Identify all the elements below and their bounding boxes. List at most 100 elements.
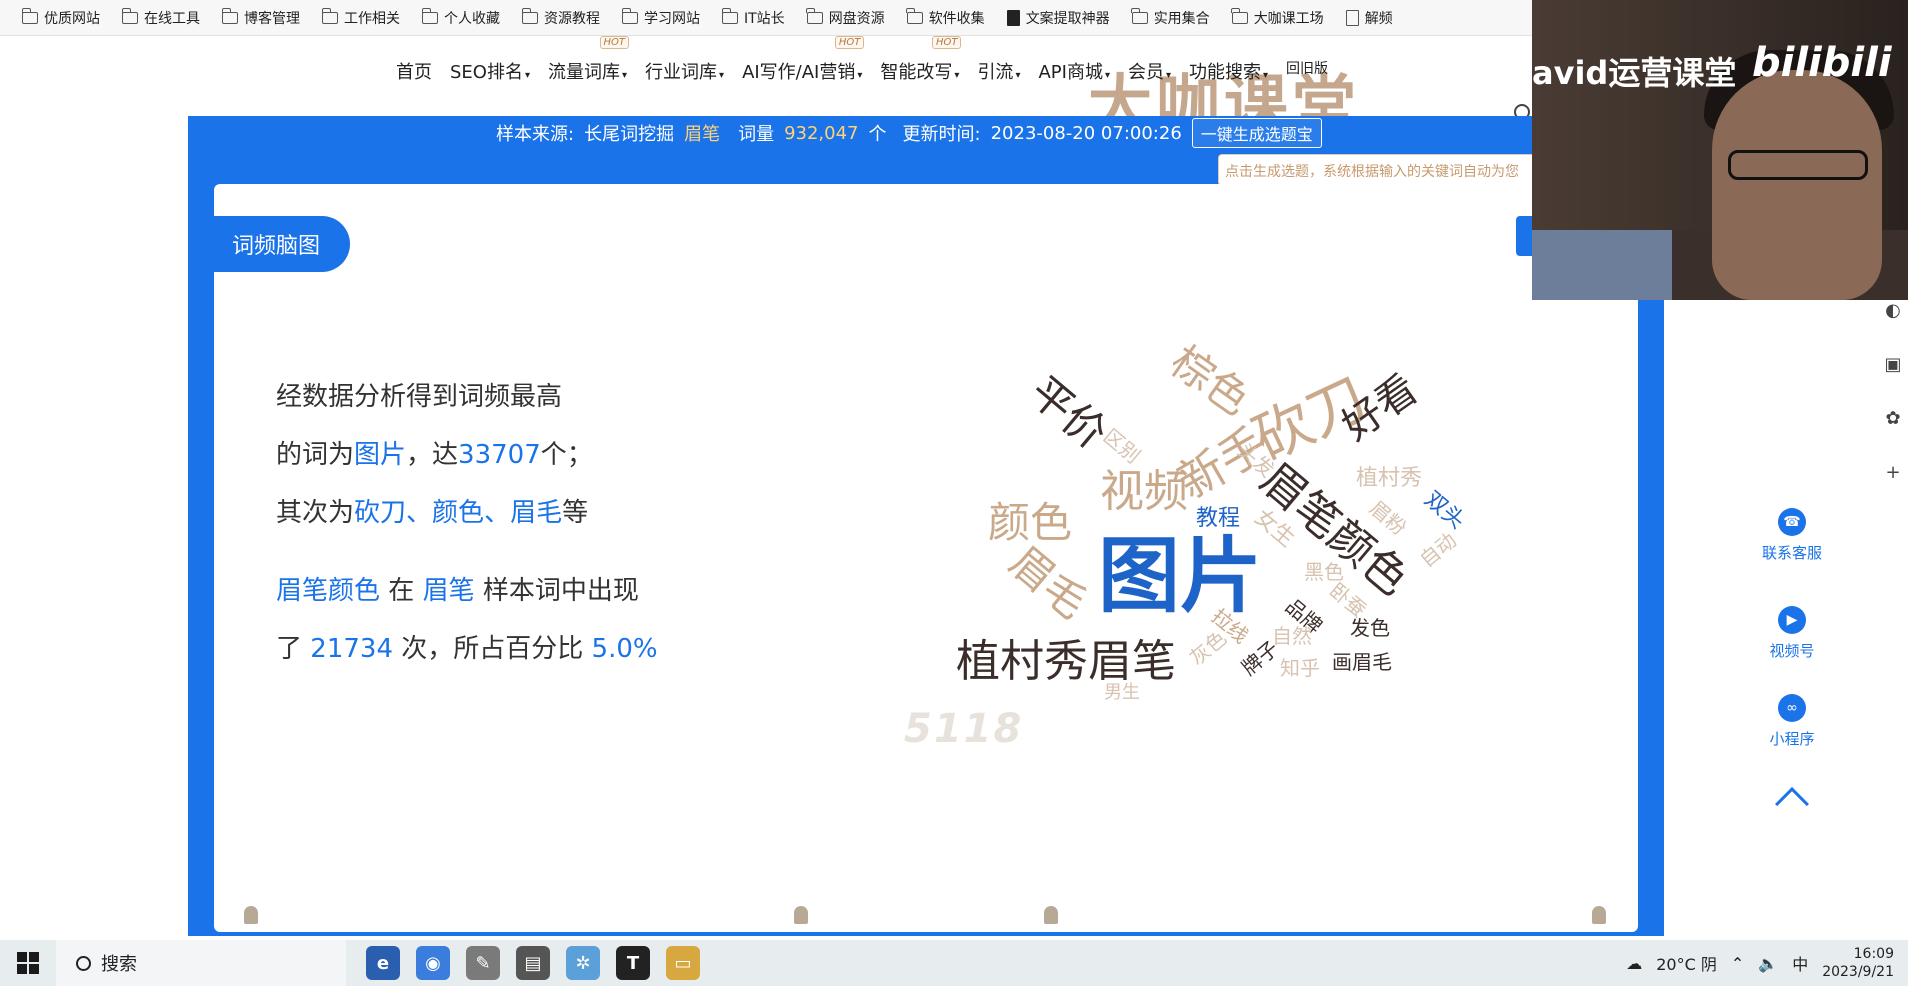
folder-icon xyxy=(906,7,923,24)
document-icon xyxy=(1345,9,1359,26)
taskbar-search[interactable]: 搜索 xyxy=(56,940,346,986)
cloud-word[interactable]: 自然 xyxy=(1272,626,1312,646)
bookmark-item[interactable]: 优质网站 xyxy=(14,7,108,28)
chevron-down-icon: ▾ xyxy=(1104,70,1110,81)
bookmark-item[interactable]: 个人收藏 xyxy=(414,7,508,28)
games-icon[interactable]: ✿ xyxy=(1878,408,1908,462)
bookmark-item[interactable]: 工作相关 xyxy=(314,7,408,28)
folder-icon xyxy=(221,7,238,24)
chevron-down-icon: ▾ xyxy=(954,70,960,81)
cloud-word[interactable]: 画眉毛 xyxy=(1332,652,1392,672)
folder-icon xyxy=(421,7,438,24)
nav-item-seo-rank[interactable]: SEO排名 ▾ xyxy=(450,58,530,84)
analysis-line: 其次为砍刀、颜色、眉毛等 xyxy=(276,498,589,528)
webcam-overlay: avid运营课堂 bilibili xyxy=(1532,0,1908,300)
hot-badge: HOT xyxy=(931,36,962,49)
nav-item-api-store[interactable]: API商城 ▾ xyxy=(1038,58,1110,84)
cloud-word[interactable]: 男生 xyxy=(1104,684,1140,702)
nav-item-traffic-lead[interactable]: 引流 ▾ xyxy=(977,58,1020,84)
bookmark-item[interactable]: 网盘资源 xyxy=(799,7,893,28)
nav-item-old-version[interactable]: 回旧版 xyxy=(1286,58,1328,84)
cloud-word[interactable]: 区别 xyxy=(1099,424,1145,468)
bookmark-item[interactable]: 博客管理 xyxy=(214,7,308,28)
nav-item-ai-writing[interactable]: HOT AI写作/AI营销 ▾ xyxy=(742,36,865,84)
typora-icon[interactable]: T xyxy=(616,946,650,980)
bookmark-item[interactable]: 实用集合 xyxy=(1124,7,1218,28)
bookmark-item[interactable]: 大咖课工场 xyxy=(1224,7,1332,28)
nav-menu: 首页 SEO排名 ▾ HOT 流量词库 ▾ 行业词库 ▾ HOT AI写作/AI营销 ▾ H… xyxy=(396,36,1328,84)
folder-icon xyxy=(121,7,138,24)
volume-icon[interactable]: 🔈 xyxy=(1758,954,1778,973)
chevron-down-icon: ▾ xyxy=(524,70,530,81)
bookmark-item[interactable]: 文案提取神器 xyxy=(999,8,1118,28)
cloud-word[interactable]: 视频 xyxy=(1100,470,1188,514)
video-icon: ▶ xyxy=(1778,606,1806,634)
bookmark-item[interactable]: 资源教程 xyxy=(514,7,608,28)
cloud-word[interactable]: 图片 xyxy=(1098,536,1262,618)
cloud-word[interactable]: 植村秀眉笔 xyxy=(956,640,1176,684)
analysis-line: 了 21734 次，所占百分比 5.0% xyxy=(276,634,658,664)
mini-program-button[interactable]: ∞ 小程序 xyxy=(1746,694,1838,749)
folder-icon xyxy=(521,7,538,24)
generate-topics-button[interactable]: 一键生成选题宝 xyxy=(1191,118,1322,148)
nav-item-industry-lexicon[interactable]: 行业词库 ▾ xyxy=(645,58,724,84)
cloud-word[interactable]: 自动 xyxy=(1415,528,1461,572)
outlook-icon[interactable]: ▣ xyxy=(1878,354,1908,408)
cloud-word[interactable]: 植村秀 xyxy=(1356,468,1422,490)
chevron-down-icon: ▾ xyxy=(1015,70,1021,81)
bookmark-item[interactable]: 在线工具 xyxy=(114,7,208,28)
analysis-line: 眉笔颜色 在 眉笔 样本词中出现 xyxy=(276,576,639,606)
weather[interactable]: 20°C 阴 xyxy=(1656,951,1717,975)
headset-icon: ☎ xyxy=(1778,508,1806,536)
channel-name: avid运营课堂 xyxy=(1532,54,1737,92)
generate-tooltip: 点击生成选题，系统根据输入的关键词自动为您 xyxy=(1218,154,1538,186)
tray-arrow-icon[interactable]: ⌃ xyxy=(1731,954,1744,973)
nav-item-smart-rewrite[interactable]: HOT 智能改写 ▾ xyxy=(880,36,962,84)
cloud-word[interactable]: 双头 xyxy=(1419,487,1469,534)
cloud-word[interactable]: 发色 xyxy=(1350,618,1390,638)
folder-icon xyxy=(806,7,823,24)
cloud-icon: ☁ xyxy=(1626,953,1643,973)
notepad-icon[interactable]: ✎ xyxy=(466,946,500,980)
taskbar: 搜索 e ◉ ✎ ▤ ✲ T ▭ ☁ 20°C 阴 ⌃ 🔈 中 16:09 20… xyxy=(0,940,1908,986)
script-icon[interactable]: ▤ xyxy=(516,946,550,980)
analysis-line: 的词为图片，达33707个； xyxy=(276,440,593,470)
nav-item-feature-search[interactable]: 功能搜索 ▾ xyxy=(1189,58,1268,84)
copilot-icon[interactable]: ◐ xyxy=(1878,300,1908,354)
hot-badge: HOT xyxy=(834,36,865,49)
settings-icon[interactable]: ✲ xyxy=(566,946,600,980)
edge-icon[interactable]: e xyxy=(366,946,400,980)
pin-icon xyxy=(794,906,808,924)
contact-service-button[interactable]: ☎ 联系客服 xyxy=(1746,508,1838,563)
video-account-button[interactable]: ▶ 视频号 xyxy=(1746,606,1838,661)
start-button[interactable] xyxy=(0,940,56,986)
analysis-line: 经数据分析得到词频最高 xyxy=(276,382,563,412)
wordfreq-mindmap-tag: 词频脑图 xyxy=(214,216,350,272)
browser-side-toolbar: ◐ ▣ ✿ + xyxy=(1878,300,1908,516)
folder-icon xyxy=(721,7,738,24)
chrome-icon[interactable]: ◉ xyxy=(416,946,450,980)
pin-icon xyxy=(244,906,258,924)
windows-icon xyxy=(17,952,39,974)
glasses xyxy=(1728,150,1868,180)
logo-5118: 5118 xyxy=(904,706,1024,752)
bookmark-item[interactable]: 软件收集 xyxy=(899,7,993,28)
cloud-word[interactable]: 知乎 xyxy=(1280,658,1320,678)
bookmark-item[interactable]: IT站长 xyxy=(714,7,793,28)
add-icon[interactable]: + xyxy=(1878,462,1908,516)
bookmark-item[interactable]: 解频 xyxy=(1338,8,1401,28)
mini-program-icon: ∞ xyxy=(1778,694,1806,722)
nav-item-traffic-lexicon[interactable]: HOT 流量词库 ▾ xyxy=(548,36,630,84)
update-time: 2023-08-20 07:00:26 xyxy=(990,122,1182,144)
file-explorer-icon[interactable]: ▭ xyxy=(666,946,700,980)
nav-item-membership[interactable]: 会员 ▾ xyxy=(1128,58,1171,84)
chevron-down-icon: ▾ xyxy=(857,70,863,81)
bookmark-item[interactable]: 学习网站 xyxy=(614,7,708,28)
ime-indicator[interactable]: 中 xyxy=(1792,951,1808,975)
cloud-word[interactable]: 眉毛 xyxy=(1000,537,1096,629)
cloud-word[interactable]: 教程 xyxy=(1196,508,1240,530)
app-icon xyxy=(1006,9,1020,26)
cloud-word[interactable]: 棕色 xyxy=(1162,336,1259,424)
nav-item-home[interactable]: 首页 xyxy=(396,58,432,84)
clock[interactable]: 16:09 2023/9/21 xyxy=(1822,945,1894,981)
